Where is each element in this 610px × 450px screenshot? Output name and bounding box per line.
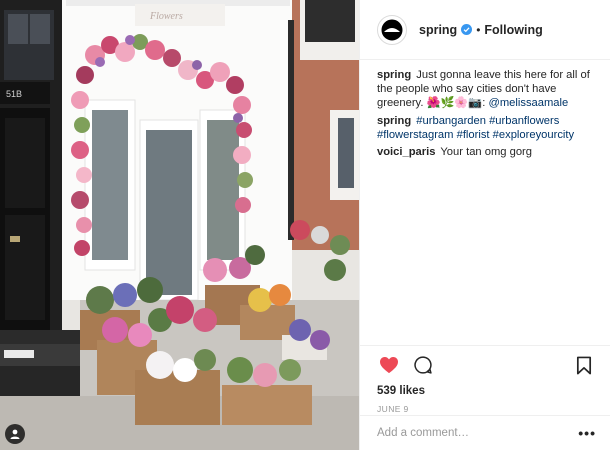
comment-text: Your tan omg gorg: [440, 146, 533, 159]
avatar[interactable]: [377, 14, 407, 45]
bookmark-icon[interactable]: [572, 353, 596, 377]
hashtag-link[interactable]: #urbanflowers: [489, 115, 559, 127]
post-actions: 539 likes JUNE 9: [360, 345, 610, 414]
comment-bubble-icon[interactable]: [411, 353, 435, 377]
shop-sign: Flowers: [149, 11, 183, 22]
hashtag-link[interactable]: #flowerstagram: [377, 129, 453, 141]
spring-logo-icon: [381, 19, 403, 40]
comment-item: voici_paris Your tan omg gorg: [377, 145, 594, 159]
comment-mention[interactable]: @melissaamale: [488, 97, 568, 109]
comment-tags: spring #urbangarden #urbanflowers #flowe…: [377, 114, 594, 142]
comments-list: spring Just gonna leave this here for al…: [360, 60, 610, 346]
header-separator: •: [476, 22, 481, 37]
following-button[interactable]: Following: [484, 23, 542, 37]
user-tag-icon[interactable]: [5, 424, 25, 444]
comment-caption: spring Just gonna leave this here for al…: [377, 68, 594, 111]
door-number: 51B: [6, 89, 22, 99]
post-sidebar: spring • Following spring Just gonna lea…: [359, 0, 610, 450]
likes-count[interactable]: 539 likes: [377, 385, 596, 397]
comment-username[interactable]: spring: [377, 69, 411, 81]
verified-badge-icon: [461, 24, 473, 35]
storefront-image: 51B Flowers: [0, 0, 359, 450]
post-photo[interactable]: 51B Flowers: [0, 0, 359, 450]
hashtag-link[interactable]: #exploreyourcity: [493, 129, 574, 141]
post-date: JUNE 9: [377, 404, 409, 414]
add-comment-input[interactable]: [377, 427, 579, 439]
comment-username[interactable]: voici_paris: [377, 146, 435, 158]
post-header: spring • Following: [360, 0, 610, 60]
comment-username[interactable]: spring: [377, 115, 411, 127]
heart-filled-icon[interactable]: [377, 353, 401, 377]
add-comment-bar: •••: [360, 415, 610, 450]
hashtag-link[interactable]: #florist: [457, 129, 490, 141]
post-username[interactable]: spring: [419, 23, 457, 37]
more-options-button[interactable]: •••: [578, 425, 596, 441]
hashtag-link[interactable]: #urbangarden: [416, 115, 486, 127]
